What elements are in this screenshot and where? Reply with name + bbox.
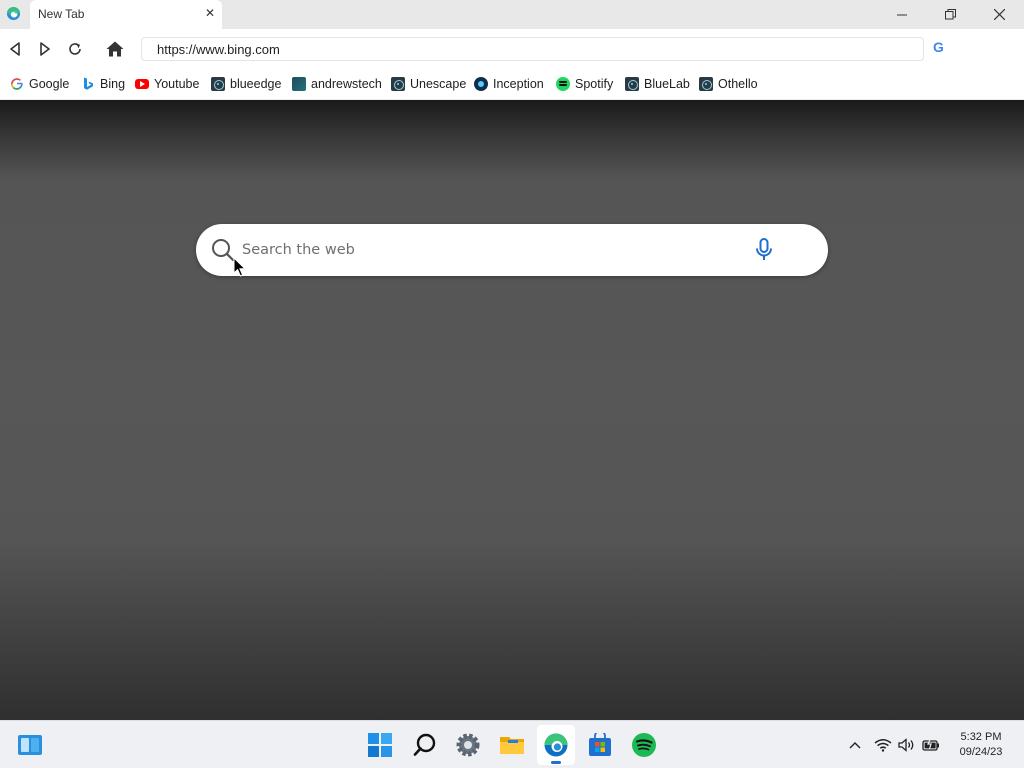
tab-title: New Tab: [38, 7, 85, 21]
close-window-button[interactable]: [976, 0, 1022, 29]
clock-date: 09/24/23: [959, 746, 1003, 758]
react-icon: [699, 77, 713, 91]
bookmark-label: Unescape: [410, 77, 467, 91]
page-content: [0, 100, 1024, 720]
taskbar-search-button[interactable]: [411, 731, 439, 759]
title-bar: New Tab ✕: [0, 0, 1024, 29]
bookmark-bluelab[interactable]: BlueLab: [625, 76, 690, 92]
home-button[interactable]: [104, 38, 126, 60]
bookmark-label: Bing: [100, 77, 126, 91]
inception-icon: [474, 77, 488, 91]
store-button[interactable]: [586, 731, 614, 759]
react-icon: [391, 77, 405, 91]
bookmark-label: BlueLab: [644, 77, 690, 91]
bookmark-spotify[interactable]: Spotify: [556, 76, 613, 92]
wifi-button[interactable]: [873, 735, 893, 755]
clock-time: 5:32 PM: [960, 731, 1002, 743]
taskbar: 5:32 PM 09/24/23: [0, 720, 1024, 768]
restore-button[interactable]: [927, 0, 973, 29]
bookmark-label: andrewstech: [311, 77, 382, 91]
home-icon: [106, 41, 124, 57]
back-icon: [10, 42, 20, 56]
bookmark-label: Youtube: [154, 77, 200, 91]
edge-taskbar-button[interactable]: [537, 725, 575, 765]
widgets-button[interactable]: [16, 731, 44, 759]
reload-icon: [69, 43, 81, 55]
store-icon: [589, 733, 611, 756]
widgets-icon: [18, 735, 42, 755]
restore-icon: [944, 9, 956, 20]
bookmark-inception[interactable]: Inception: [474, 76, 544, 92]
tab-new-tab[interactable]: New Tab ✕: [30, 0, 222, 29]
minimize-icon: [897, 14, 907, 15]
address-url[interactable]: https://www.bing.com: [157, 42, 280, 57]
address-bar[interactable]: https://www.bing.com: [141, 37, 924, 61]
bookmark-othello[interactable]: Othello: [699, 76, 758, 92]
edge-logo-icon: [6, 6, 21, 21]
bookmarks-bar: Google Bing Youtube blueedge andrewstech…: [0, 69, 1024, 100]
bookmark-label: Inception: [493, 77, 544, 91]
battery-charging-icon: [922, 738, 939, 751]
bookmark-blueedge[interactable]: blueedge: [211, 76, 281, 92]
chevron-up-icon: [849, 742, 861, 749]
mouse-cursor-icon: [233, 257, 247, 277]
web-search-box[interactable]: [196, 224, 828, 276]
wifi-icon: [874, 739, 892, 752]
andrewstech-icon: [292, 77, 306, 91]
spotify-icon: [632, 733, 656, 757]
settings-button[interactable]: [454, 731, 482, 759]
search-icon: [413, 733, 436, 756]
bookmark-label: blueedge: [230, 77, 282, 91]
google-icon: [11, 78, 23, 90]
search-engine-google-icon[interactable]: G: [933, 39, 944, 55]
search-input[interactable]: [242, 237, 742, 263]
volume-button[interactable]: [897, 735, 917, 755]
reload-button[interactable]: [64, 38, 86, 60]
windows-start-icon: [368, 733, 392, 757]
microphone-icon[interactable]: [754, 237, 774, 263]
taskbar-clock[interactable]: 5:32 PM 09/24/23: [950, 730, 1012, 760]
file-explorer-button[interactable]: [498, 731, 526, 759]
forward-button[interactable]: [34, 38, 56, 60]
bing-icon: [84, 77, 93, 90]
volume-icon: [898, 738, 914, 752]
spotify-icon: [556, 77, 570, 91]
minimize-button[interactable]: [879, 0, 925, 29]
youtube-icon: [135, 79, 149, 89]
back-button[interactable]: [4, 38, 26, 60]
close-icon: [993, 9, 1005, 20]
bookmark-unescape[interactable]: Unescape: [391, 76, 466, 92]
bookmark-bing[interactable]: Bing: [81, 76, 125, 92]
bookmark-label: Google: [29, 77, 70, 91]
edge-logo-icon: [544, 733, 568, 757]
bookmark-andrewstech[interactable]: andrewstech: [292, 76, 382, 92]
spotify-button[interactable]: [630, 731, 658, 759]
folder-icon: [500, 737, 524, 754]
battery-button[interactable]: [921, 735, 941, 755]
show-hidden-icons-button[interactable]: [845, 735, 865, 755]
browser-toolbar: https://www.bing.com G: [0, 29, 1024, 69]
bookmark-label: Othello: [718, 77, 758, 91]
bookmark-label: Spotify: [575, 77, 614, 91]
bookmark-youtube[interactable]: Youtube: [135, 76, 199, 92]
start-button[interactable]: [366, 731, 394, 759]
forward-icon: [40, 42, 50, 56]
bookmark-google[interactable]: Google: [10, 76, 69, 92]
react-icon: [211, 77, 225, 91]
react-icon: [625, 77, 639, 91]
tab-close-icon[interactable]: ✕: [205, 6, 215, 20]
gear-icon: [456, 733, 480, 757]
